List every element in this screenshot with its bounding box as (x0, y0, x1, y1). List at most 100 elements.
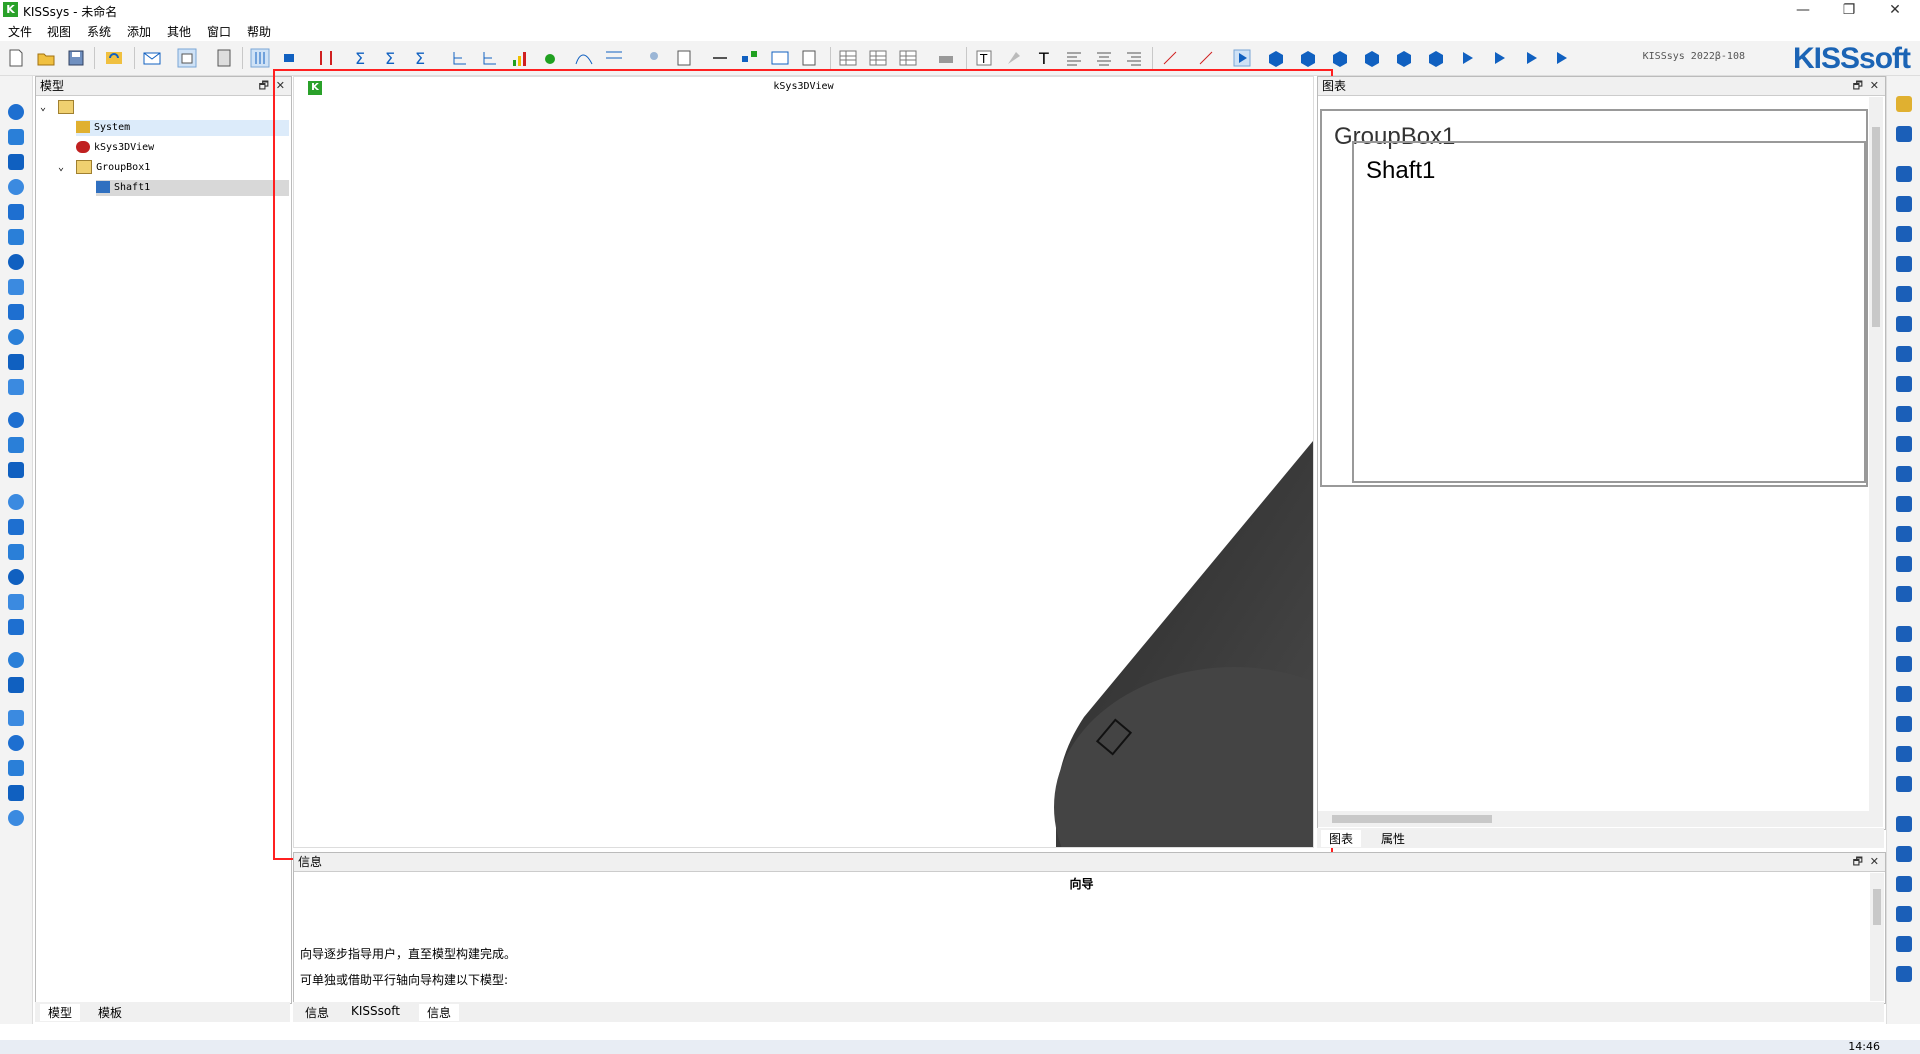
coupling-tool-icon[interactable] (8, 494, 24, 510)
vertical-scrollbar[interactable] (1869, 97, 1883, 827)
gear-sum-icon[interactable] (542, 48, 562, 68)
horizontal-scrollbar[interactable] (1318, 811, 1869, 827)
sum-document-icon[interactable]: Σ (412, 48, 432, 68)
new-file-icon[interactable] (6, 48, 26, 68)
shaft-tool-icon[interactable] (8, 519, 24, 535)
element-tool-icon[interactable] (1896, 126, 1912, 142)
close-icon[interactable]: ✕ (1870, 853, 1879, 871)
element-tool-icon[interactable] (1896, 466, 1912, 482)
shaft-tool-icon[interactable] (8, 104, 24, 120)
element-tool-icon[interactable] (1896, 966, 1912, 982)
export-icon[interactable] (800, 48, 820, 68)
element-tool-icon[interactable] (1896, 816, 1912, 832)
element-tool-icon[interactable] (1896, 346, 1912, 362)
gear-tool-icon[interactable] (8, 569, 24, 585)
cube-front-icon[interactable] (1266, 48, 1286, 68)
tree-item-groupbox[interactable]: ⌄ GroupBox1 (58, 160, 150, 176)
element-tool-icon[interactable] (1896, 496, 1912, 512)
sum-cycle-icon[interactable]: Σ (352, 48, 372, 68)
cube-right-icon[interactable] (1362, 48, 1382, 68)
bearing-tool-icon[interactable] (8, 129, 24, 145)
cube-side-icon[interactable] (1330, 48, 1350, 68)
element-tool-icon[interactable] (1896, 556, 1912, 572)
cube-back-icon[interactable] (1394, 48, 1414, 68)
tab-model[interactable]: 模型 (40, 1004, 81, 1021)
shaft-tool-icon[interactable] (8, 412, 24, 428)
gear-tool-icon[interactable] (8, 462, 24, 478)
shaft-tool-icon[interactable] (8, 204, 24, 220)
swap-icon[interactable] (316, 48, 336, 68)
info-scrollbar[interactable] (1870, 873, 1884, 1001)
gear-tool-icon[interactable] (8, 154, 24, 170)
chevron-down-icon[interactable]: ⌄ (40, 102, 46, 113)
axis-xy-icon[interactable] (1160, 48, 1180, 68)
graph-icon[interactable] (604, 48, 624, 68)
tree-structure-icon[interactable] (450, 48, 470, 68)
element-tool-icon[interactable] (1896, 406, 1912, 422)
menu-system[interactable]: 系统 (87, 23, 111, 40)
print-icon[interactable] (936, 48, 956, 68)
table2-icon[interactable] (868, 48, 888, 68)
calculator-icon[interactable] (214, 48, 234, 68)
tab-properties[interactable]: 属性 (1373, 830, 1413, 847)
close-button[interactable]: ✕ (1872, 0, 1918, 20)
element-tool-icon[interactable] (1896, 876, 1912, 892)
bearing-tool-icon[interactable] (8, 229, 24, 245)
element-tool-icon[interactable] (1896, 166, 1912, 182)
iso-view3-icon[interactable] (1522, 48, 1542, 68)
tab-diagram[interactable]: 图表 (1321, 830, 1362, 847)
minimize-button[interactable]: — (1780, 0, 1826, 20)
element-tool-icon[interactable] (1896, 626, 1912, 642)
iso-view-icon[interactable] (1458, 48, 1478, 68)
element-tool-icon[interactable] (1896, 96, 1912, 112)
table-icon[interactable] (838, 48, 858, 68)
element-tool-icon[interactable] (1896, 286, 1912, 302)
coupling-tool-icon[interactable] (8, 710, 24, 726)
align-left-icon[interactable] (1064, 48, 1084, 68)
element-tool-icon[interactable] (1896, 226, 1912, 242)
shaft-tool-icon[interactable] (8, 619, 24, 635)
bearing-tool-icon[interactable] (8, 652, 24, 668)
element-tool-icon[interactable] (1896, 196, 1912, 212)
float-icon[interactable]: 🗗 (1853, 77, 1863, 95)
coupling-tool-icon[interactable] (8, 810, 24, 826)
align-icon[interactable] (250, 48, 270, 68)
element-tool-icon[interactable] (1896, 776, 1912, 792)
tab-template[interactable]: 模板 (90, 1004, 130, 1021)
tab-kisssoft[interactable]: KISSsoft (343, 1004, 408, 1018)
element-tool-icon[interactable] (1896, 716, 1912, 732)
align-center-icon[interactable] (1094, 48, 1114, 68)
element-tool-icon[interactable] (1896, 316, 1912, 332)
close-icon[interactable]: ✕ (1870, 77, 1879, 95)
menu-help[interactable]: 帮助 (247, 23, 271, 40)
coupling-tool-icon[interactable] (8, 179, 24, 195)
float-icon[interactable]: 🗗 (1853, 853, 1863, 871)
menu-file[interactable]: 文件 (8, 23, 32, 40)
text-icon[interactable]: T (1034, 48, 1054, 68)
bearing-tool-icon[interactable] (8, 544, 24, 560)
menu-view[interactable]: 视图 (47, 23, 71, 40)
components-icon[interactable] (740, 48, 760, 68)
menu-other[interactable]: 其他 (167, 23, 191, 40)
refresh-icon[interactable] (104, 48, 124, 68)
gear-tool-icon[interactable] (8, 354, 24, 370)
coupling-tool-icon[interactable] (8, 379, 24, 395)
hand-icon[interactable] (644, 48, 664, 68)
window-arrange-icon[interactable] (177, 48, 197, 68)
float-icon[interactable]: 🗗 (259, 77, 269, 95)
element-tool-icon[interactable] (1896, 846, 1912, 862)
component-window-icon[interactable] (770, 48, 790, 68)
curve-icon[interactable] (574, 48, 594, 68)
maximize-button[interactable]: ❐ (1826, 0, 1872, 20)
element-tool-icon[interactable] (1896, 376, 1912, 392)
element-tool-icon[interactable] (1896, 436, 1912, 452)
paint-icon[interactable] (1004, 48, 1024, 68)
iso-view4-icon[interactable] (1552, 48, 1572, 68)
shaft-tool-icon[interactable] (8, 304, 24, 320)
element-tool-icon[interactable] (1896, 586, 1912, 602)
play-icon[interactable] (1232, 48, 1252, 68)
tree-structure2-icon[interactable] (480, 48, 500, 68)
bearing-tool-icon[interactable] (8, 437, 24, 453)
element-tool-icon[interactable] (1896, 656, 1912, 672)
tab-info-2[interactable]: 信息 (419, 1004, 460, 1021)
